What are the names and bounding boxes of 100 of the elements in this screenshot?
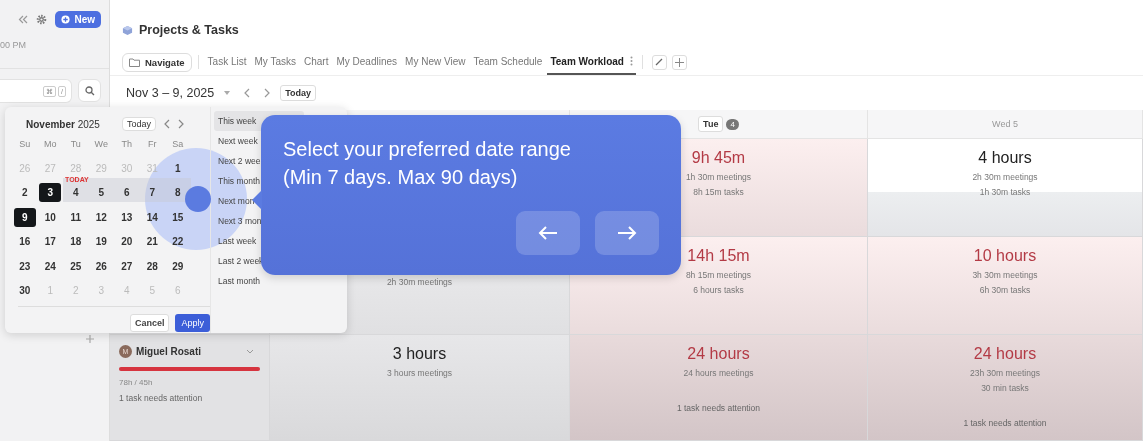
day-header: Wed 5 [992, 119, 1018, 129]
calendar-day[interactable]: 2 [13, 183, 36, 202]
caret-icon[interactable] [224, 91, 231, 95]
folder-icon [129, 57, 140, 67]
calendar-day[interactable]: 18 [64, 232, 87, 251]
calendar-day[interactable]: 8 [166, 183, 189, 202]
attention-text: 1 task needs attention [676, 403, 761, 413]
cancel-button[interactable]: Cancel [129, 314, 170, 332]
search-icon [84, 85, 95, 96]
day-header: Tue [698, 116, 724, 132]
calendar-day[interactable]: 26 [90, 256, 113, 276]
back-button[interactable] [516, 211, 580, 255]
view-tab[interactable]: My New View [402, 49, 469, 75]
calendar-day[interactable]: 3 [39, 183, 62, 202]
view-tab[interactable]: Team Workload [547, 49, 636, 75]
view-tab[interactable]: Task List [204, 49, 250, 75]
calendar-day[interactable]: 29 [166, 256, 189, 276]
calendar-day[interactable]: 4 [64, 183, 87, 202]
total-hours: 9h 45m [691, 148, 746, 168]
plus-icon[interactable] [86, 335, 94, 343]
plus-icon [674, 57, 684, 67]
date-badge: 4 [726, 118, 739, 130]
calendar-day[interactable]: 10 [39, 207, 62, 227]
total-hours: 3 hours [392, 344, 447, 364]
next-icon[interactable] [264, 88, 271, 98]
calendar-day[interactable]: 22 [166, 232, 189, 251]
settings-icon[interactable] [36, 13, 48, 25]
view-tab[interactable]: Chart [301, 49, 332, 75]
calendar-day[interactable]: 11 [64, 207, 87, 227]
breakdown-text: 23h 30m meetings [970, 368, 1040, 379]
breakdown-text: 6 hours tasks [693, 285, 744, 296]
apply-button[interactable]: Apply [175, 314, 210, 332]
calendar-day[interactable]: 28 [141, 256, 164, 276]
month-title: November 2025 [26, 118, 100, 130]
time-text: 00 PM [0, 40, 26, 50]
weekday-label: Fr [147, 138, 158, 151]
total-hours: 4 hours [978, 148, 1032, 168]
next-icon[interactable] [177, 119, 184, 129]
calendar-day[interactable]: 1 [166, 158, 189, 178]
weekday-label: Th [120, 138, 133, 151]
attention-text: 1 task needs attention [119, 393, 203, 403]
calendar-day[interactable]: 15 [166, 207, 189, 227]
arrow-left-icon [538, 225, 558, 241]
today-button[interactable]: Today [121, 117, 156, 131]
spotlight-dot [185, 186, 211, 212]
calendar-day[interactable]: 25 [64, 256, 87, 276]
weekday-label: Mo [43, 138, 58, 151]
tooltip-pointer [252, 190, 262, 210]
preset-option[interactable]: Last month [214, 271, 344, 291]
edit-button[interactable] [651, 54, 667, 70]
calendar-day[interactable]: 13 [115, 207, 138, 227]
tooltip-text: Select your preferred date range (Min 7 days. Max 90 days) [283, 137, 572, 190]
view-tab[interactable]: My Tasks [251, 49, 299, 75]
more-icon [629, 56, 633, 66]
breakdown-text: 3h 30m meetings [972, 270, 1038, 281]
calendar-day[interactable]: 27 [115, 256, 138, 276]
pencil-icon [655, 58, 664, 66]
previous-icon[interactable] [244, 88, 251, 98]
calendar-day[interactable]: 21 [141, 232, 164, 251]
calendar-day[interactable]: 14 [141, 207, 164, 227]
chevron-icon[interactable] [246, 349, 254, 354]
breakdown-text: 1h 30m tasks [979, 187, 1031, 198]
breakdown-text: 3 hours meetings [386, 368, 453, 379]
navigate-button[interactable]: Navigate [122, 52, 192, 72]
person-name: Miguel Rosati [136, 346, 201, 357]
calendar-day[interactable]: 19 [90, 232, 113, 251]
view-tab[interactable]: Team Schedule [470, 49, 546, 75]
breakdown-text: 24 hours meetings [683, 368, 754, 379]
calendar-day[interactable]: 7 [141, 183, 164, 202]
weekday-label: Sa [171, 138, 185, 151]
calendar-day[interactable]: 5 [90, 183, 113, 202]
total-hours: 24 hours [973, 344, 1037, 364]
breakdown-text: 8h 15m meetings [685, 270, 752, 281]
breakdown-text: 1h 30m meetings [685, 172, 752, 183]
previous-icon[interactable] [163, 119, 170, 129]
attention-text: 1 task needs attention [963, 418, 1047, 428]
calendar-day[interactable]: 20 [115, 232, 138, 251]
calendar-day[interactable]: 12 [90, 207, 113, 227]
calendar-day[interactable]: 23 [13, 256, 36, 276]
calendar-day[interactable]: 6 [115, 183, 138, 202]
calendar-day[interactable]: 16 [13, 232, 36, 251]
today-button[interactable]: Today [280, 85, 317, 101]
calendar-day[interactable]: 30 [13, 281, 36, 300]
arrow-right-icon [617, 225, 637, 241]
calendar-day[interactable]: 9 [13, 207, 36, 227]
new-button[interactable]: New [55, 10, 101, 28]
add-view-button[interactable] [671, 54, 687, 70]
total-hours: 24 hours [687, 344, 750, 364]
calendar-day[interactable]: 17 [39, 232, 62, 251]
total-hours: 14h 15m [687, 246, 750, 266]
calendar-day[interactable]: 24 [39, 256, 62, 276]
collapse-icon[interactable] [18, 14, 29, 24]
search-button[interactable] [78, 79, 101, 102]
cube-icon [122, 24, 133, 36]
breakdown-text: 2h 30m meetings [386, 277, 453, 288]
total-hours: 10 hours [973, 246, 1037, 266]
next-button[interactable] [595, 211, 659, 255]
date-range[interactable]: Nov 3 – 9, 2025 [126, 86, 215, 100]
view-tab[interactable]: My Deadlines [333, 49, 401, 75]
plus-icon [61, 14, 71, 24]
